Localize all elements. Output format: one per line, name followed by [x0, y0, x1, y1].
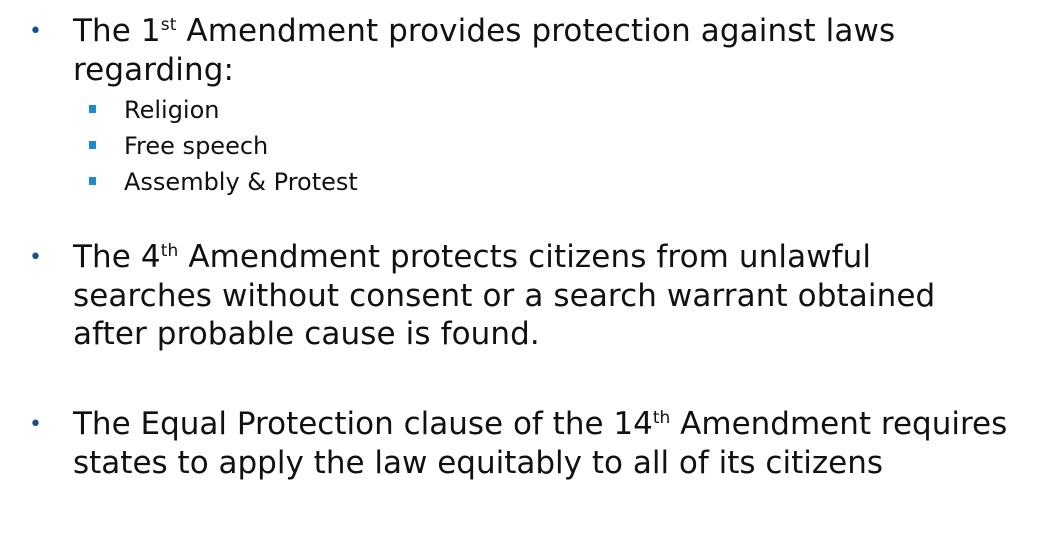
- bullet-dot-icon: •: [29, 19, 42, 44]
- sub-item-label: Assembly & Protest: [124, 168, 358, 196]
- slide: • The 1st Amendment provides protection …: [0, 0, 1059, 552]
- sub-item-label: Free speech: [124, 132, 269, 160]
- square-bullet-icon: [89, 177, 96, 185]
- bullet-text: The Equal Protection clause of the 14th …: [73, 405, 1058, 482]
- ordinal-suffix: st: [160, 15, 177, 35]
- sub-item-label: Religion: [124, 96, 220, 124]
- bullet-dot-icon: •: [29, 412, 42, 437]
- square-bullet-icon: [89, 141, 96, 149]
- ordinal-suffix: th: [652, 408, 671, 428]
- bullet-text-prefix: The 4: [73, 239, 161, 275]
- bullet-text-suffix: Amendment protects citizens from unlawfu…: [73, 239, 936, 352]
- bullet-text-prefix: The 1: [73, 13, 161, 49]
- bullet-dot-icon: •: [29, 245, 42, 270]
- sub-item-religion: Religion: [0, 94, 600, 130]
- bullet-text: The 1st Amendment provides protection ag…: [73, 12, 1053, 89]
- sub-item-free-speech: Free speech: [0, 130, 600, 166]
- bullet-text-suffix: Amendment provides protection against la…: [73, 13, 896, 88]
- bullet-text: The 4th Amendment protects citizens from…: [73, 238, 973, 354]
- sub-item-assembly-protest: Assembly & Protest: [0, 166, 600, 202]
- square-bullet-icon: [89, 105, 96, 113]
- bullet-text-prefix: The Equal Protection clause of the 14: [73, 406, 653, 442]
- ordinal-suffix: th: [160, 241, 179, 261]
